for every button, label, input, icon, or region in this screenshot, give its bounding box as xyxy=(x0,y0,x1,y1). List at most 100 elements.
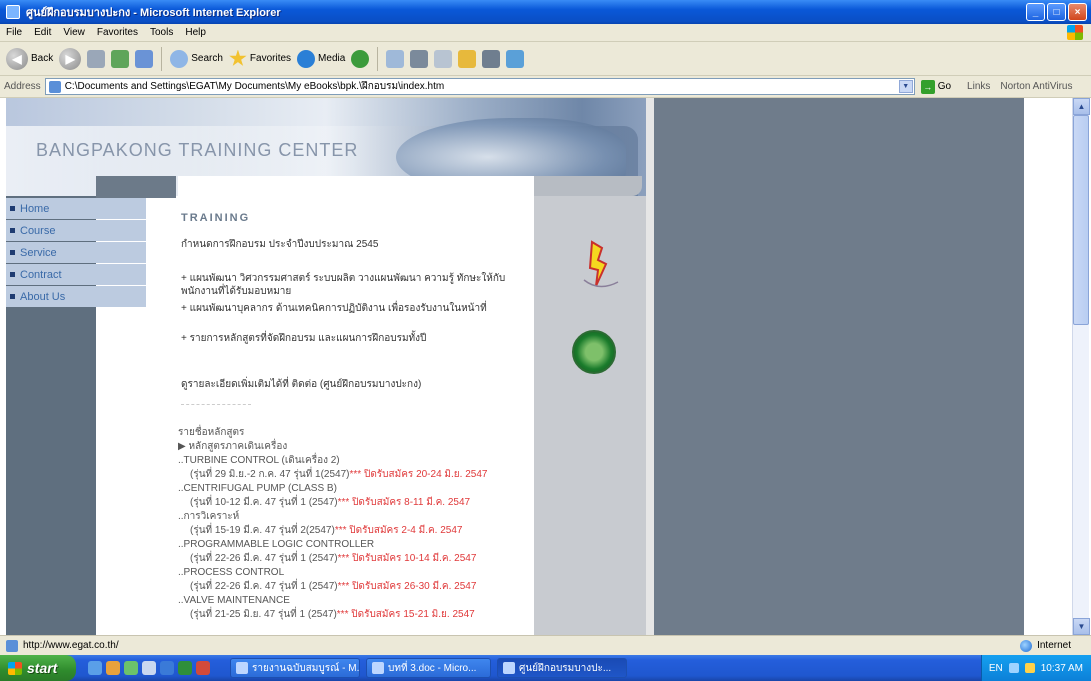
course-date: (รุ่นที่ 22-26 มี.ค. 47 รุ่นที่ 1 (2547)… xyxy=(178,580,534,594)
nav-item-service[interactable]: Service xyxy=(6,242,146,263)
course-name[interactable]: ..CENTRIFUGAL PUMP (CLASS B) xyxy=(178,482,534,496)
title-bar[interactable]: ศูนย์ฝึกอบรมบางปะกง - Microsoft Internet… xyxy=(0,0,1091,24)
course-list: รายชื่อหลักสูตร ▶ หลักสูตรภาคเดินเครื่อง… xyxy=(178,426,534,622)
menu-favorites[interactable]: Favorites xyxy=(97,27,138,38)
powerpoint-quicklaunch-icon[interactable] xyxy=(196,661,210,675)
nav-bullet-icon xyxy=(10,294,15,299)
language-indicator[interactable]: EN xyxy=(989,663,1003,674)
maximize-button[interactable]: □ xyxy=(1047,3,1066,21)
menu-file[interactable]: File xyxy=(6,27,22,38)
ie-quicklaunch-icon[interactable] xyxy=(88,661,102,675)
favorites-button[interactable]: Favorites xyxy=(229,49,292,68)
minimize-button[interactable]: _ xyxy=(1026,3,1045,21)
right-column-tab xyxy=(534,176,642,196)
scroll-down-icon[interactable]: ▼ xyxy=(1073,618,1090,635)
vertical-scrollbar[interactable]: ▲ ▼ xyxy=(1072,98,1090,635)
media-button[interactable]: Media xyxy=(297,49,346,68)
back-button[interactable]: ◀ Back xyxy=(6,47,53,70)
messenger-icon[interactable] xyxy=(506,49,525,68)
discuss-icon[interactable] xyxy=(482,49,501,68)
taskbar-item-active[interactable]: ศูนย์ฝึกอบรมบางปะ... xyxy=(497,658,627,678)
divider xyxy=(181,404,251,405)
course-name[interactable]: ..การวิเคราะห์ xyxy=(178,510,534,524)
nav-item-course[interactable]: Course xyxy=(6,220,146,241)
norton-antivirus-button[interactable]: Norton AntiVirus xyxy=(1000,81,1072,92)
home-icon[interactable] xyxy=(135,49,154,68)
taskbar-item[interactable]: บทที่ 3.doc - Micro... xyxy=(366,658,491,678)
bullet-item[interactable]: + รายการหลักสูตรที่จัดฝึกอบรม และแผนการฝ… xyxy=(181,332,531,345)
task-label: รายงานฉบับสมบูรณ์ - M... xyxy=(252,662,360,674)
course-name[interactable]: ..TURBINE CONTROL (เดินเครื่อง 2) xyxy=(178,454,534,468)
system-tray: EN 10:37 AM xyxy=(981,655,1091,681)
ie-page-icon xyxy=(503,662,515,674)
links-button[interactable]: Links xyxy=(967,81,990,92)
excel-quicklaunch-icon[interactable] xyxy=(178,661,192,675)
course-deadline: *** ปิดรับสมัคร 2-4 มี.ค. 2547 xyxy=(334,525,463,536)
nav-item-contract[interactable]: Contract xyxy=(6,264,146,285)
course-name[interactable]: ..PROCESS CONTROL xyxy=(178,566,534,580)
course-date: (รุ่นที่ 22-26 มี.ค. 47 รุ่นที่ 1 (2547)… xyxy=(178,552,534,566)
volume-icon[interactable] xyxy=(1024,663,1035,673)
note-text: ดูรายละเอียดเพิ่มเติมได้ที่ ติดต่อ (ศูนย… xyxy=(181,379,422,390)
task-label: ศูนย์ฝึกอบรมบางปะ... xyxy=(519,662,612,674)
page-icon xyxy=(48,80,61,93)
course-subheading-text: หลักสูตรภาคเดินเครื่อง xyxy=(188,441,288,452)
security-zone: Internet xyxy=(1020,639,1071,652)
lightning-logo-icon[interactable] xyxy=(574,240,624,292)
scroll-up-icon[interactable]: ▲ xyxy=(1073,98,1090,115)
announcement-link[interactable]: กำหนดการฝึกอบรม ประจำปีงบประมาณ 2545 xyxy=(181,238,378,251)
course-name[interactable]: ..VALVE MAINTENANCE xyxy=(178,594,534,608)
egat-logo-icon[interactable] xyxy=(572,330,616,374)
menu-help[interactable]: Help xyxy=(185,27,206,38)
outlook-quicklaunch-icon[interactable] xyxy=(106,661,120,675)
edit-icon[interactable] xyxy=(434,49,453,68)
bullet-item[interactable]: + แผนพัฒนา วิศวกรรมศาสตร์ ระบบผลิต วางแผ… xyxy=(181,272,531,298)
taskbar: start รายงานฉบับสมบูรณ์ - M... บทที่ 3.d… xyxy=(0,655,1091,681)
bullet-item[interactable]: + แผนพัฒนาบุคลากร ด้านเทคนิคการปฏิบัติงา… xyxy=(181,302,531,315)
history-icon[interactable] xyxy=(351,49,370,68)
close-button[interactable]: × xyxy=(1068,3,1087,21)
windows-logo-icon xyxy=(1067,25,1083,40)
menu-view[interactable]: View xyxy=(63,27,85,38)
browser-content: BANGPAKONG TRAINING CENTER Home Course S… xyxy=(0,98,1091,635)
nav-label: Service xyxy=(20,246,57,259)
search-button[interactable]: Search xyxy=(170,49,223,68)
menu-edit[interactable]: Edit xyxy=(34,27,51,38)
stop-icon[interactable] xyxy=(87,49,106,68)
word-doc-icon xyxy=(236,662,248,674)
search-icon xyxy=(170,49,189,68)
nav-item-about-us[interactable]: About Us xyxy=(6,286,146,307)
nav-label: Course xyxy=(20,224,56,237)
network-icon[interactable] xyxy=(1008,663,1019,673)
page-background xyxy=(654,98,1024,635)
forward-button[interactable]: ▶ xyxy=(59,47,82,70)
refresh-icon[interactable] xyxy=(111,49,130,68)
media-quicklaunch-icon[interactable] xyxy=(142,661,156,675)
print-icon[interactable] xyxy=(410,49,429,68)
folder-icon[interactable] xyxy=(458,49,477,68)
section-heading: TRAINING xyxy=(181,212,251,224)
address-input[interactable]: C:\Documents and Settings\EGAT\My Docume… xyxy=(44,78,915,95)
nav-bullet-icon xyxy=(10,272,15,277)
mail-icon[interactable] xyxy=(386,49,405,68)
clock[interactable]: 10:37 AM xyxy=(1041,663,1083,674)
main-content: TRAINING กำหนดการฝึกอบรม ประจำปีงบประมาณ… xyxy=(178,176,534,635)
status-bar: http://www.egat.co.th/ Internet xyxy=(0,635,1091,655)
word-doc-icon xyxy=(372,662,384,674)
media-label: Media xyxy=(318,53,346,64)
site-nav: Home Course Service Contract About Us xyxy=(6,198,146,308)
start-button[interactable]: start xyxy=(0,655,76,681)
taskbar-item[interactable]: รายงานฉบับสมบูรณ์ - M... xyxy=(230,658,360,678)
favorites-label: Favorites xyxy=(249,53,292,64)
menu-tools[interactable]: Tools xyxy=(150,27,173,38)
nav-item-home[interactable]: Home xyxy=(6,198,146,219)
go-button[interactable]: → Go xyxy=(920,79,951,94)
course-name[interactable]: ..PROGRAMMABLE LOGIC CONTROLLER xyxy=(178,538,534,552)
media-icon xyxy=(297,49,316,68)
scroll-thumb[interactable] xyxy=(1073,115,1089,325)
nav-label: Contract xyxy=(20,268,62,281)
course-subheading[interactable]: ▶ หลักสูตรภาคเดินเครื่อง xyxy=(178,440,534,454)
address-dropdown-icon[interactable]: ▼ xyxy=(898,80,913,93)
desktop-quicklaunch-icon[interactable] xyxy=(124,661,138,675)
word-quicklaunch-icon[interactable] xyxy=(160,661,174,675)
